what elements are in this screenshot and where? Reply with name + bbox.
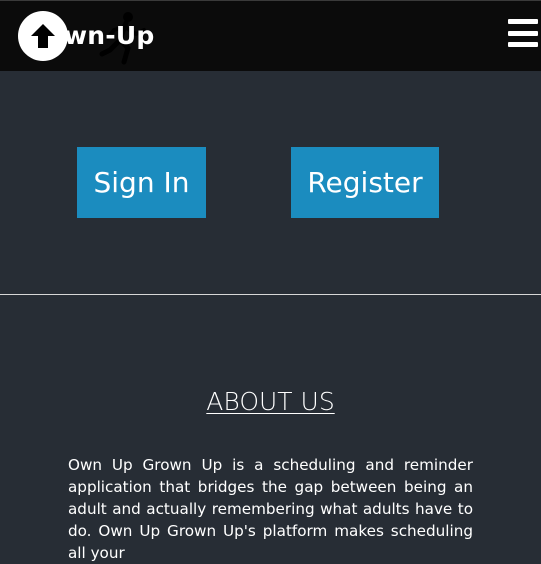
section-divider [0, 294, 541, 295]
sign-in-button[interactable]: Sign In [77, 147, 206, 218]
brand-title[interactable]: wn-Up [64, 19, 154, 53]
register-button[interactable]: Register [291, 147, 439, 218]
hamburger-menu-icon[interactable] [508, 19, 538, 47]
about-description: Own Up Grown Up is a scheduling and remi… [68, 456, 473, 562]
arrow-up-icon [31, 24, 55, 48]
about-title: ABOUT US [206, 387, 335, 416]
scroll-to-top-button[interactable] [18, 11, 68, 61]
navbar: wn-Up [0, 0, 541, 71]
